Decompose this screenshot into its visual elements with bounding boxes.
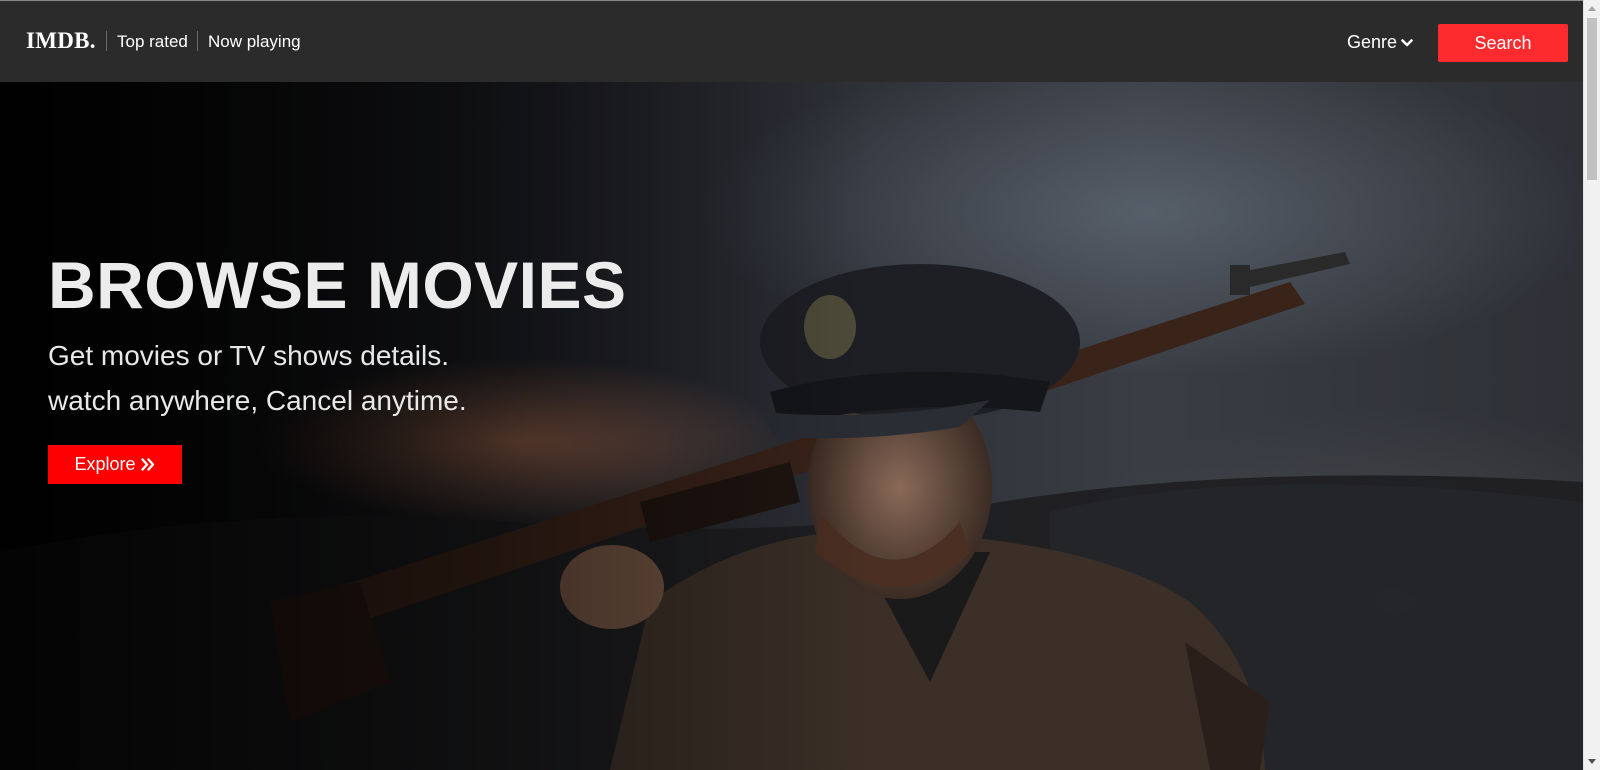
nav-divider: [106, 31, 107, 51]
hero-overlay: [0, 82, 1583, 770]
nav-link-now-playing[interactable]: Now playing: [208, 32, 301, 52]
nav-link-top-rated[interactable]: Top rated: [117, 32, 188, 52]
nav-divider: [197, 31, 198, 51]
top-navbar: IMDB. Top rated Now playing Genre Search: [0, 0, 1583, 82]
genre-label: Genre: [1347, 32, 1398, 52]
explore-label: Explore: [74, 454, 136, 474]
hero-subtitle-line-2: watch anywhere, Cancel anytime.: [48, 385, 467, 416]
chevron-down-icon: [1401, 38, 1413, 46]
double-chevron-right-icon: [140, 458, 154, 471]
scroll-up-arrow-icon[interactable]: [1588, 6, 1596, 11]
site-logo[interactable]: IMDB.: [26, 28, 96, 54]
genre-dropdown[interactable]: Genre: [1347, 32, 1413, 53]
vertical-scrollbar[interactable]: [1583, 0, 1600, 770]
hero-subtitle-line-1: Get movies or TV shows details.: [48, 340, 449, 371]
scroll-thumb[interactable]: [1587, 18, 1597, 180]
scroll-down-arrow-icon[interactable]: [1588, 759, 1596, 764]
hero-banner: BROWSE MOVIES Get movies or TV shows det…: [0, 82, 1583, 770]
explore-button[interactable]: Explore: [48, 445, 182, 484]
search-button[interactable]: Search: [1438, 24, 1568, 62]
hero-title: BROWSE MOVIES: [48, 248, 627, 322]
page: IMDB. Top rated Now playing Genre Search: [0, 0, 1583, 770]
